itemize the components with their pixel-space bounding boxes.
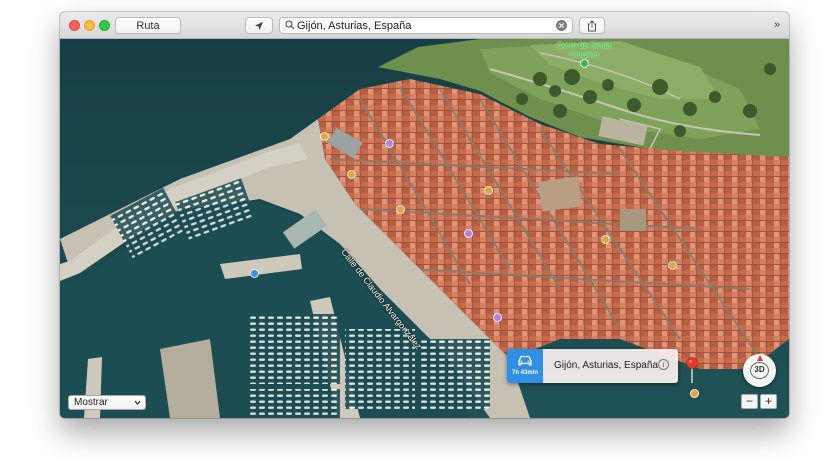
poi-marker-icon[interactable] <box>347 170 356 179</box>
maps-window: Ruta Gijón, Asturias, España » Cerro de … <box>60 12 789 418</box>
current-location-button[interactable] <box>245 17 273 34</box>
poi-marker-icon[interactable] <box>601 235 610 244</box>
location-pin-icon[interactable] <box>686 357 698 383</box>
poi-marker-icon[interactable] <box>396 205 405 214</box>
search-input[interactable]: Gijón, Asturias, España <box>297 19 411 33</box>
satellite-map[interactable]: Cerro de Santa Catalina Calle de Claudio… <box>60 39 789 418</box>
location-arrow-icon <box>255 21 263 30</box>
toolbar-overflow-button[interactable]: » <box>774 19 780 31</box>
minimize-window-button[interactable] <box>84 20 95 31</box>
share-icon <box>588 19 596 31</box>
poi-marker-icon[interactable] <box>668 261 677 270</box>
title-bar[interactable]: Ruta Gijón, Asturias, España » <box>60 12 789 39</box>
chevron-down-icon <box>134 400 141 406</box>
poi-marker-icon[interactable] <box>250 269 259 278</box>
3d-toggle-button[interactable]: 3D <box>750 362 769 379</box>
poi-marker-icon[interactable] <box>320 132 329 141</box>
poi-marker-icon[interactable] <box>464 229 473 238</box>
close-window-button[interactable] <box>69 20 80 31</box>
info-icon[interactable]: i <box>658 359 669 370</box>
poi-marker-icon[interactable] <box>493 313 502 322</box>
compass-control[interactable]: 3D <box>743 354 776 387</box>
poi-marker-icon[interactable] <box>690 389 699 398</box>
show-menu-label: Mostrar <box>74 397 108 408</box>
park-marker-icon <box>580 59 589 68</box>
search-icon <box>285 20 295 30</box>
zoom-in-button[interactable]: + <box>760 394 777 409</box>
poi-marker-icon[interactable] <box>385 139 394 148</box>
search-field[interactable]: Gijón, Asturias, España <box>279 17 573 34</box>
directions-button[interactable]: 7h 43min <box>507 349 543 383</box>
route-button-label: Ruta <box>136 19 160 32</box>
show-menu-select[interactable]: Mostrar <box>68 395 146 410</box>
poi-marker-icon[interactable] <box>484 186 493 195</box>
north-indicator-icon <box>757 355 763 361</box>
travel-time: 7h 43min <box>511 370 538 376</box>
clear-search-icon[interactable] <box>556 20 567 31</box>
location-callout[interactable]: 7h 43min Gijón, Asturias, España i <box>507 349 678 383</box>
satellite-imagery <box>60 39 789 418</box>
park-label: Cerro de Santa Catalina <box>556 41 612 59</box>
zoom-out-button[interactable]: − <box>741 394 758 409</box>
share-button[interactable] <box>579 17 605 34</box>
fullscreen-window-button[interactable] <box>99 20 110 31</box>
callout-place-name: Gijón, Asturias, España <box>554 360 658 371</box>
car-icon <box>518 355 532 366</box>
route-button[interactable]: Ruta <box>115 17 181 34</box>
